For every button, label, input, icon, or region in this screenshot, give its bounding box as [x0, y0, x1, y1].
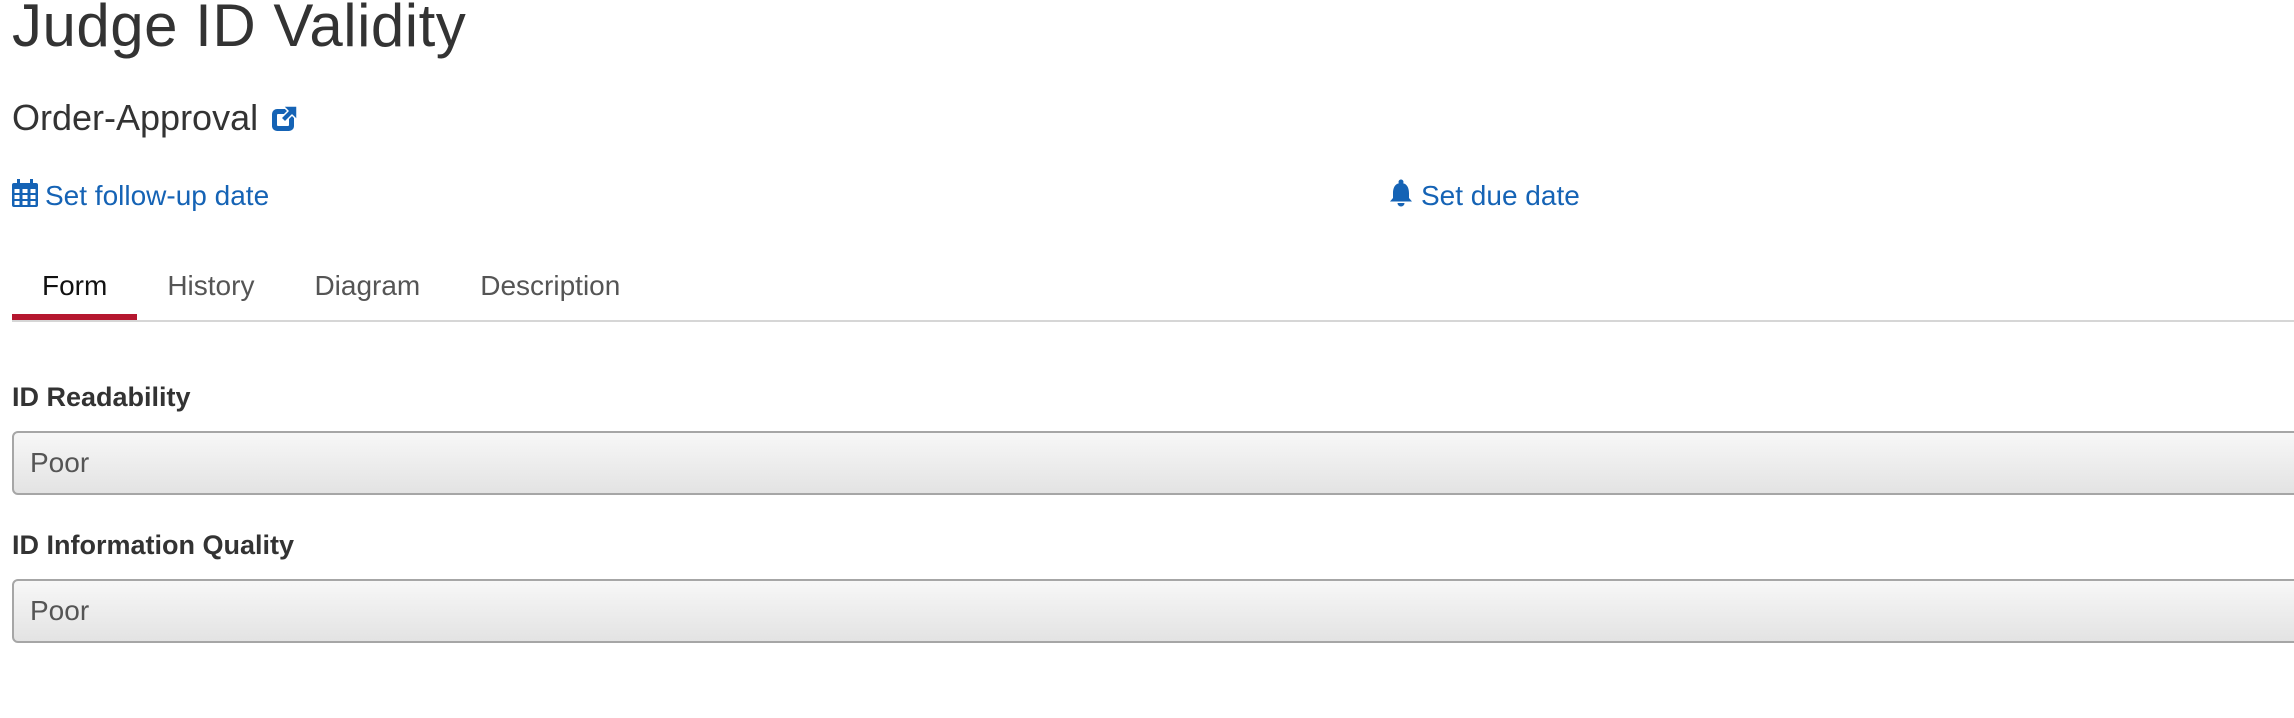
process-row: Order-Approval [12, 96, 300, 140]
external-link-icon[interactable] [270, 103, 300, 133]
tab-bar: Form History Diagram Description [12, 258, 2294, 322]
task-title: Judge ID Validity [12, 0, 467, 59]
bell-icon [1388, 179, 1414, 214]
set-due-date-link[interactable]: Set due date [1388, 176, 1580, 216]
tab-history-label: History [167, 270, 255, 301]
id-information-quality-select[interactable]: Poor [12, 579, 2294, 643]
tab-diagram[interactable]: Diagram [284, 258, 450, 314]
set-followup-date-link[interactable]: Set follow-up date [12, 176, 269, 216]
tab-form[interactable]: Form [12, 258, 138, 320]
tab-diagram-label: Diagram [314, 270, 421, 301]
id-information-quality-value: Poor [30, 595, 90, 626]
tab-form-label: Form [42, 270, 108, 301]
id-readability-select[interactable]: Poor [12, 431, 2294, 495]
task-form-page: Judge ID Validity Order-Approval Set fol… [0, 0, 2294, 718]
calendar-icon [12, 178, 38, 214]
set-followup-date-label: Set follow-up date [45, 180, 270, 211]
set-due-date-label: Set due date [1421, 180, 1580, 211]
id-readability-label: ID Readability [12, 382, 191, 412]
id-readability-value: Poor [30, 447, 90, 478]
process-name: Order-Approval [12, 97, 259, 138]
id-information-quality-label: ID Information Quality [12, 530, 295, 560]
tab-description-label: Description [480, 270, 621, 301]
tab-history[interactable]: History [137, 258, 284, 314]
tab-description[interactable]: Description [450, 258, 650, 314]
